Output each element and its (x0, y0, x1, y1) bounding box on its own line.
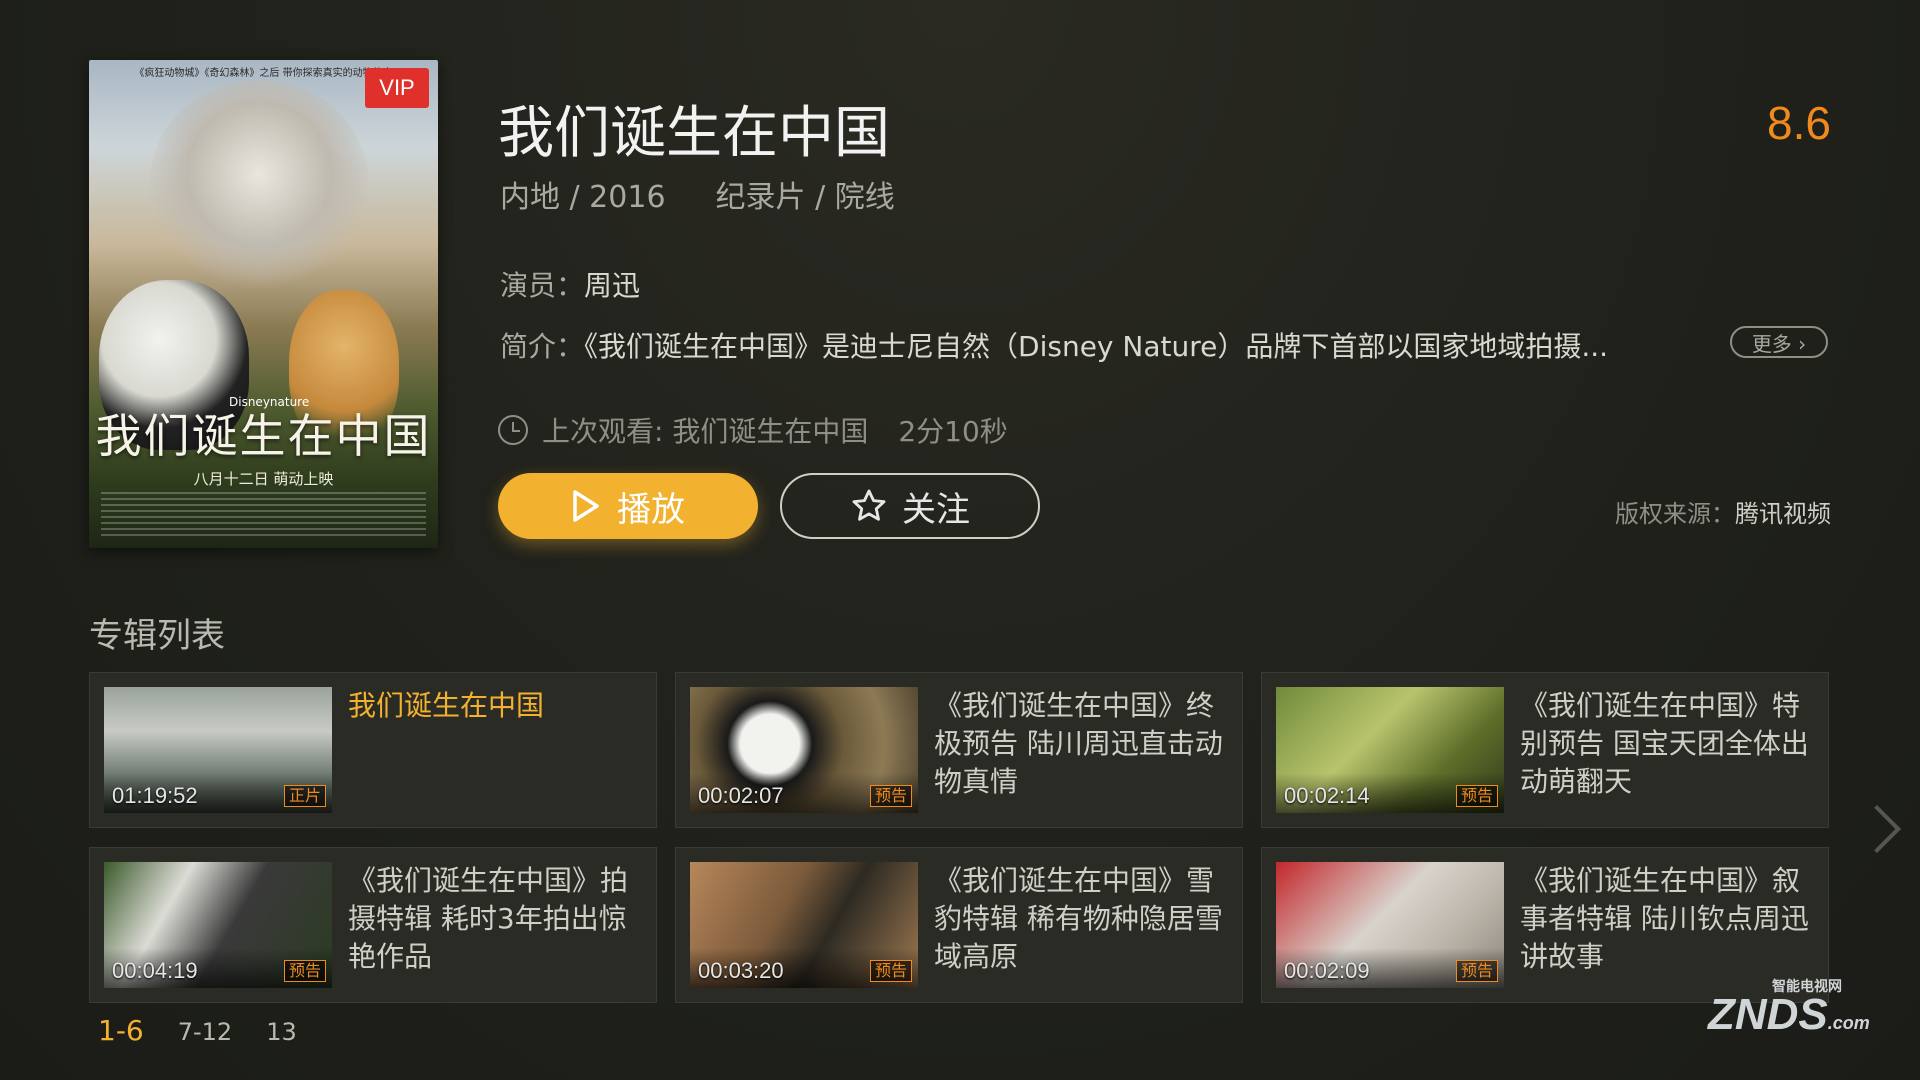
page-tab[interactable]: 7-12 (178, 1018, 232, 1046)
episode-thumbnail: 01:19:52 正片 (104, 687, 332, 813)
episode-badge: 正片 (283, 785, 326, 807)
more-button[interactable]: 更多 › (1730, 326, 1828, 358)
next-page-arrow-icon[interactable] (1852, 804, 1902, 854)
clock-icon (498, 415, 528, 445)
episode-pager: 1-6 7-12 13 (98, 1014, 297, 1047)
episode-thumbnail: 00:02:14 预告 (1276, 687, 1504, 813)
episode-title: 《我们诞生在中国》雪豹特辑 稀有物种隐居雪域高原 (934, 864, 1223, 973)
episode-badge: 预告 (1455, 785, 1498, 807)
episode-thumbnail: 00:02:09 预告 (1276, 862, 1504, 988)
episode-card[interactable]: 00:04:19 预告 《我们诞生在中国》拍摄特辑 耗时3年拍出惊艳作品 (89, 847, 657, 1003)
album-section-title: 专辑列表 (89, 616, 225, 656)
play-button[interactable]: 播放 (498, 473, 758, 539)
page-tab[interactable]: 1-6 (98, 1014, 144, 1047)
play-label: 播放 (617, 489, 685, 530)
copyright-source: 版权来源：腾讯视频 (1615, 494, 1831, 529)
cast-row: 演员：周迅 (500, 264, 640, 304)
episode-title: 我们诞生在中国 (348, 689, 545, 722)
poster-credits (101, 492, 426, 538)
intro-text: 《我们诞生在中国》是迪士尼自然（Disney Nature）品牌下首部以国家地域… (584, 330, 1609, 363)
episode-title: 《我们诞生在中国》叙事者特辑 陆川钦点周迅讲故事 (1520, 864, 1809, 973)
episode-badge: 预告 (869, 960, 912, 982)
cast-label: 演员： (500, 269, 585, 302)
episode-card[interactable]: 00:02:14 预告 《我们诞生在中国》特别预告 国宝天团全体出动萌翻天 (1261, 672, 1829, 828)
star-icon (852, 489, 886, 521)
region-year: 内地 / 2016 (500, 180, 666, 215)
genre: 纪录片 / 院线 (715, 180, 895, 215)
episode-card[interactable]: 00:02:07 预告 《我们诞生在中国》终极预告 陆川周迅直击动物真情 (675, 672, 1243, 828)
last-watch-time: 2分10秒 (898, 415, 1008, 448)
episode-card[interactable]: 00:03:20 预告 《我们诞生在中国》雪豹特辑 稀有物种隐居雪域高原 (675, 847, 1243, 1003)
episode-duration: 01:19:52 (112, 783, 198, 808)
watermark-small-text: 智能电视网 (1772, 978, 1842, 994)
last-watch-row: 上次观看: 我们诞生在中国 2分10秒 (498, 410, 1008, 450)
episode-badge: 预告 (283, 960, 326, 982)
follow-button[interactable]: 关注 (780, 473, 1040, 539)
intro-row: 简介：《我们诞生在中国》是迪士尼自然（Disney Nature）品牌下首部以国… (500, 325, 1680, 365)
episode-duration: 00:04:19 (112, 958, 198, 983)
poster-release-date: 八月十二日 萌动上映 (193, 470, 334, 488)
movie-poster: 《疯狂动物城》《奇幻森林》之后 带你探索真实的动物故事 Disneynature… (89, 60, 438, 548)
movie-meta: 内地 / 2016 纪录片 / 院线 (500, 172, 895, 216)
page-tab[interactable]: 13 (266, 1018, 297, 1046)
episode-duration: 00:02:09 (1284, 958, 1370, 983)
episode-title: 《我们诞生在中国》拍摄特辑 耗时3年拍出惊艳作品 (348, 864, 629, 973)
copyright-value: 腾讯视频 (1735, 500, 1831, 528)
watermark-main-text: ZNDS (1708, 990, 1828, 1039)
poster-title-calligraphy: 我们诞生在中国 (95, 409, 432, 463)
copyright-label: 版权来源： (1615, 500, 1735, 528)
episode-title: 《我们诞生在中国》特别预告 国宝天团全体出动萌翻天 (1520, 689, 1809, 798)
intro-label: 简介： (500, 330, 585, 363)
episode-duration: 00:02:14 (1284, 783, 1370, 808)
cast-value: 周迅 (584, 269, 641, 302)
movie-title: 我们诞生在中国 (498, 101, 890, 166)
play-icon (573, 490, 599, 522)
episode-card[interactable]: 00:02:09 预告 《我们诞生在中国》叙事者特辑 陆川钦点周迅讲故事 (1261, 847, 1829, 1003)
last-watch-label: 上次观看: 我们诞生在中国 (542, 415, 869, 448)
episode-title: 《我们诞生在中国》终极预告 陆川周迅直击动物真情 (934, 689, 1223, 798)
znds-watermark: 智能电视网 ZNDS.com (1708, 978, 1870, 1040)
watermark-suffix: .com (1827, 1013, 1870, 1033)
episode-thumbnail: 00:04:19 预告 (104, 862, 332, 988)
episode-badge: 预告 (869, 785, 912, 807)
episode-card[interactable]: 01:19:52 正片 我们诞生在中国 (89, 672, 657, 828)
movie-score: 8.6 (1767, 97, 1831, 149)
follow-label: 关注 (902, 489, 970, 530)
episode-duration: 00:02:07 (698, 783, 784, 808)
episode-thumbnail: 00:02:07 预告 (690, 687, 918, 813)
episode-thumbnail: 00:03:20 预告 (690, 862, 918, 988)
episode-duration: 00:03:20 (698, 958, 784, 983)
vip-badge: VIP (365, 68, 429, 108)
poster-snow-leopard (149, 80, 369, 290)
episode-badge: 预告 (1455, 960, 1498, 982)
